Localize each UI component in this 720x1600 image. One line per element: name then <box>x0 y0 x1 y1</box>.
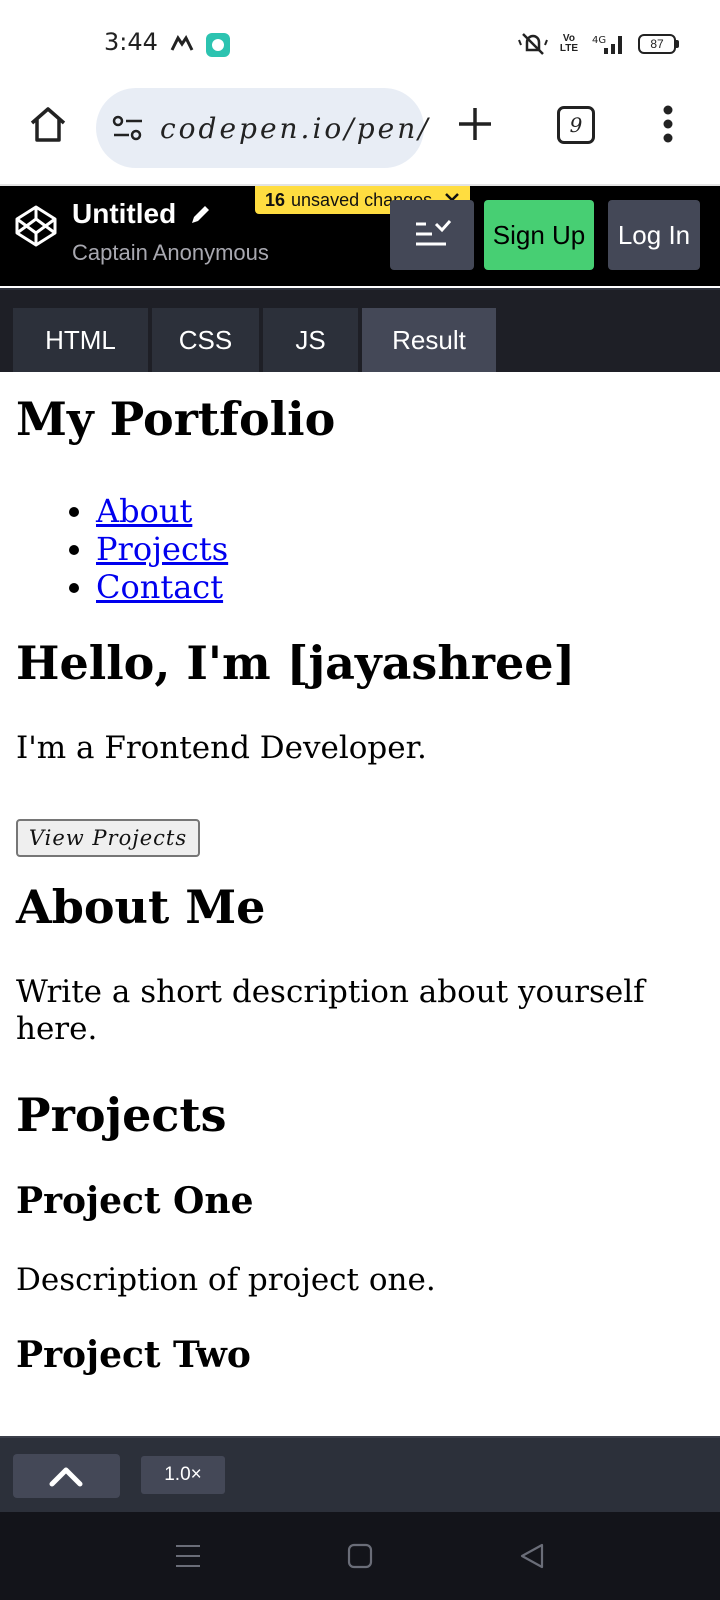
codepen-header: Untitled Captain Anonymous 16 unsaved ch… <box>0 186 720 286</box>
project-two-title: Project Two <box>16 1334 251 1376</box>
address-bar[interactable]: codepen.io/pen/ <box>96 88 428 168</box>
browser-toolbar: codepen.io/pen/ 9 <box>0 86 720 186</box>
project-one-description: Description of project one. <box>16 1262 436 1298</box>
back-triangle-icon[interactable] <box>518 1542 546 1570</box>
view-projects-button[interactable]: View Projects <box>16 819 200 857</box>
log-in-button[interactable]: Log In <box>608 200 700 270</box>
volte-indicator: Vo LTE <box>559 33 578 54</box>
zoom-level-button[interactable]: 1.0× <box>141 1456 225 1494</box>
nav-link-list: About Projects Contact <box>16 492 228 606</box>
codepen-footer-bar: 1.0× <box>0 1436 720 1514</box>
status-time: 3:44 <box>104 28 158 56</box>
edit-pencil-icon[interactable] <box>189 202 213 226</box>
editor-tabs: HTML CSS JS Result <box>0 288 720 374</box>
chat-app-notification-icon <box>206 33 230 57</box>
home-icon[interactable] <box>28 104 68 144</box>
mute-bell-icon <box>517 33 548 55</box>
system-navigation-bar <box>0 1512 720 1600</box>
projects-heading: Projects <box>16 1088 227 1142</box>
list-item: Projects <box>96 530 228 568</box>
list-item: Contact <box>96 568 228 606</box>
url-text[interactable]: codepen.io/pen/ <box>160 112 431 145</box>
battery-icon: 87 <box>638 34 679 54</box>
sign-up-button[interactable]: Sign Up <box>484 200 594 270</box>
about-text: Write a short description about yourself… <box>16 974 645 1047</box>
recent-apps-icon[interactable] <box>174 1542 202 1570</box>
site-settings-icon[interactable] <box>112 114 144 142</box>
result-preview: My Portfolio About Projects Contact Hell… <box>0 372 720 1436</box>
status-indicators: Vo LTE 4G 87 <box>517 31 679 57</box>
expand-panel-button[interactable] <box>13 1454 120 1498</box>
layout-toggle-icon <box>416 220 452 246</box>
contact-link[interactable]: Contact <box>96 568 223 606</box>
project-one-title: Project One <box>16 1180 254 1222</box>
hero-text: I'm a Frontend Developer. <box>16 730 427 766</box>
more-menu-icon[interactable] <box>662 104 674 144</box>
new-tab-icon[interactable] <box>457 106 493 142</box>
tab-result[interactable]: Result <box>362 308 496 372</box>
tab-switcher-button[interactable]: 9 <box>557 106 595 144</box>
projects-link[interactable]: Projects <box>96 530 228 568</box>
signal-4g-icon: 4G <box>592 35 622 54</box>
change-view-button[interactable] <box>390 200 474 270</box>
about-heading: About Me <box>16 880 266 934</box>
portfolio-heading: My Portfolio <box>16 392 336 446</box>
about-link[interactable]: About <box>96 492 192 530</box>
tab-js[interactable]: JS <box>263 308 358 372</box>
svg-text:4G: 4G <box>592 35 606 46</box>
codepen-logo-icon[interactable] <box>14 204 58 248</box>
tab-css[interactable]: CSS <box>152 308 259 372</box>
pen-title[interactable]: Untitled <box>72 198 176 230</box>
tab-html[interactable]: HTML <box>13 308 148 372</box>
pen-author: Captain Anonymous <box>72 240 269 265</box>
home-square-icon[interactable] <box>346 1542 374 1570</box>
unsaved-count: 16 <box>265 190 286 210</box>
app-notification-icon <box>170 35 194 51</box>
chevron-up-icon <box>49 1467 83 1487</box>
hero-heading: Hello, I'm [jayashree] <box>16 636 576 690</box>
list-item: About <box>96 492 228 530</box>
status-bar: 3:44 Vo LTE 4G 87 <box>0 0 720 86</box>
